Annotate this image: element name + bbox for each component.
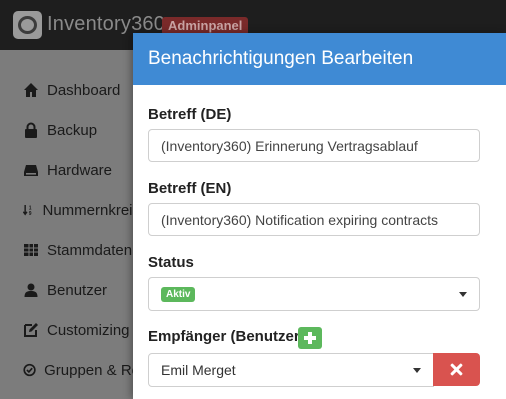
lock-icon xyxy=(25,122,37,138)
svg-text:9: 9 xyxy=(29,211,32,217)
recipient-value: Emil Merget xyxy=(161,362,236,378)
edit-notification-modal: Benachrichtigungen Bearbeiten Betreff (D… xyxy=(133,33,506,399)
remove-recipient-button[interactable] xyxy=(433,353,480,386)
sidebar-item-label: Benutzer xyxy=(47,281,108,299)
chevron-down-icon xyxy=(413,368,421,373)
sidebar-item-hardware[interactable]: Hardware xyxy=(0,150,140,190)
subject-en-input[interactable]: (Inventory360) Notification expiring con… xyxy=(148,203,480,236)
status-select[interactable]: Aktiv xyxy=(148,277,480,311)
edit-icon xyxy=(24,323,38,337)
subject-en-label: Betreff (EN) xyxy=(148,180,232,197)
sidebar-item-label: Gruppen & Re xyxy=(44,361,140,379)
add-recipient-button[interactable] xyxy=(298,327,322,349)
close-icon xyxy=(450,363,463,376)
sidebar-item-backup[interactable]: Backup xyxy=(0,110,140,150)
check-circle-icon xyxy=(23,363,36,377)
sidebar-item-nummernkreis[interactable]: 19 Nummernkreis xyxy=(0,190,140,230)
sidebar-item-label: Nummernkreis xyxy=(42,201,140,219)
recipient-select[interactable]: Emil Merget xyxy=(148,353,434,387)
sidebar: Dashboard Backup Hardware 19 Nummernkrei… xyxy=(0,50,140,399)
table-icon xyxy=(24,244,38,256)
status-badge: Aktiv xyxy=(161,286,196,302)
sidebar-item-customizing[interactable]: Customizing xyxy=(0,310,140,350)
recipients-label: Empfänger (Benutzer) xyxy=(148,328,305,345)
sidebar-item-label: Backup xyxy=(47,121,98,139)
sidebar-item-label: Customizing xyxy=(47,321,130,339)
app-logo[interactable] xyxy=(13,11,42,39)
sidebar-item-label: Stammdaten xyxy=(47,241,133,259)
subject-de-input[interactable]: (Inventory360) Erinnerung Vertragsablauf xyxy=(148,129,480,162)
home-icon xyxy=(24,83,38,97)
sidebar-item-gruppen[interactable]: Gruppen & Re xyxy=(0,350,140,390)
status-label: Status xyxy=(148,254,194,271)
subject-de-label: Betreff (DE) xyxy=(148,106,232,123)
modal-title: Benachrichtigungen Bearbeiten xyxy=(133,33,506,85)
sidebar-item-benutzer[interactable]: Benutzer xyxy=(0,270,140,310)
sidebar-item-dashboard[interactable]: Dashboard xyxy=(0,70,140,110)
chevron-down-icon xyxy=(459,292,467,297)
hard-drive-icon xyxy=(24,165,38,176)
sidebar-item-stammdaten[interactable]: Stammdaten xyxy=(0,230,140,270)
user-icon xyxy=(24,283,38,297)
sidebar-item-label: Dashboard xyxy=(47,81,121,99)
sidebar-item-label: Hardware xyxy=(47,161,113,179)
sort-numeric-icon: 19 xyxy=(23,204,32,217)
